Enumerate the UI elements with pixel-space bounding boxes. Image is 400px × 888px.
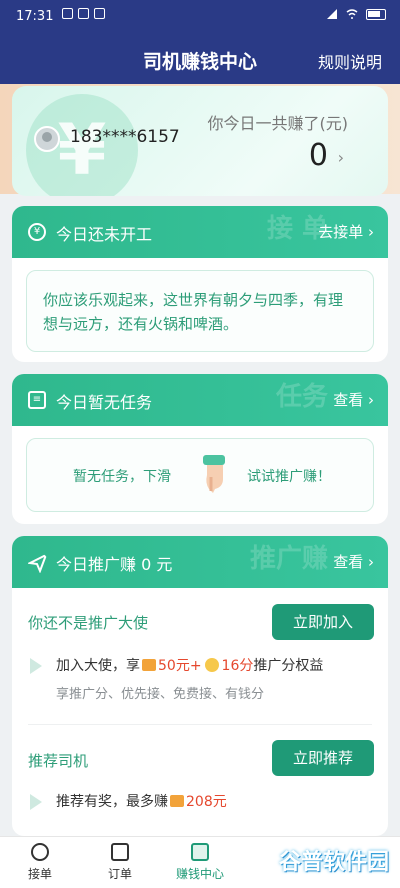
brand-watermark: 谷普软件园 bbox=[278, 850, 389, 875]
task-section: ≡ 今日暂无任务 任务 查看 › 暂无任务，下滑 试试推广赚！ bbox=[12, 374, 388, 524]
document-icon: ≡ bbox=[28, 391, 46, 409]
divider bbox=[28, 724, 372, 725]
status-bar: 17:31 bbox=[0, 0, 400, 36]
send-icon bbox=[28, 553, 48, 573]
tab-earnings-center[interactable]: 赚钱中心 bbox=[165, 843, 235, 882]
work-section: ¥ 今日还未开工 接 单 去接单 › 你应该乐观起来，这世界有朝夕与四季，有理想… bbox=[12, 206, 388, 362]
wifi-icon bbox=[346, 9, 358, 19]
play-icon bbox=[30, 658, 42, 674]
join-now-button[interactable]: 立即加入 bbox=[272, 604, 374, 640]
tab-orders[interactable]: 订单 bbox=[85, 843, 155, 882]
notification-icon bbox=[62, 8, 73, 19]
join-suffix: 推广分权益 bbox=[253, 658, 324, 674]
join-prefix: 加入大使，享 bbox=[56, 658, 140, 674]
clipboard-icon bbox=[111, 843, 129, 861]
notification-icon bbox=[94, 8, 105, 19]
recommend-amount: 208元 bbox=[186, 794, 227, 810]
gift-icon bbox=[170, 795, 184, 807]
dashboard-icon bbox=[31, 843, 49, 861]
gift-box-icon bbox=[191, 843, 209, 861]
tab-label: 订单 bbox=[107, 867, 132, 881]
go-accept-orders-link[interactable]: 去接单 › bbox=[318, 221, 374, 242]
watermark-text: 推广赚 bbox=[249, 544, 328, 574]
join-benefit: 加入大使，享 50元+ 16分推广分权益 bbox=[56, 655, 323, 675]
tab-accept-orders[interactable]: 接单 bbox=[5, 843, 75, 882]
earnings-card: ¥ 183****6157 你今日一共赚了(元) 0 › bbox=[12, 86, 388, 196]
recommend-prefix: 推荐有奖，最多赚 bbox=[56, 794, 168, 810]
chevron-right-icon[interactable]: › bbox=[338, 148, 344, 167]
join-sub-text: 享推广分、优先接、免费接、有钱分 bbox=[56, 687, 265, 702]
view-tasks-link[interactable]: 查看 › bbox=[333, 389, 374, 410]
coin-icon bbox=[204, 658, 219, 672]
ambassador-title: 你还不是推广大使 bbox=[28, 614, 149, 632]
quote-text: 你应该乐观起来，这世界有朝夕与四季，有理想与远方，还有火锅和啤酒。 bbox=[43, 291, 344, 333]
battery-icon bbox=[366, 8, 386, 20]
view-promo-link[interactable]: 查看 › bbox=[333, 551, 374, 572]
empty-task-box: 暂无任务，下滑 试试推广赚！ bbox=[26, 438, 374, 512]
watermark-text: 任务 bbox=[275, 382, 328, 412]
system-icons bbox=[326, 8, 386, 20]
empty-task-text: 暂无任务，下滑 bbox=[73, 469, 171, 485]
work-header: ¥ 今日还未开工 接 单 去接单 › bbox=[12, 206, 388, 258]
bottom-tab-bar: 接单 订单 赚钱中心 谷普软件园 bbox=[0, 836, 400, 888]
notification-icon bbox=[78, 8, 89, 19]
phone-number: 183****6157 bbox=[70, 127, 180, 147]
quote-box: 你应该乐观起来，这世界有朝夕与四季，有理想与远方，还有火锅和啤酒。 bbox=[26, 270, 374, 352]
gift-icon bbox=[142, 659, 156, 671]
join-amount: 50元+ bbox=[158, 658, 202, 674]
tab-label: 接单 bbox=[27, 867, 52, 881]
recommend-now-button[interactable]: 立即推荐 bbox=[272, 740, 374, 776]
hand-pointer-icon bbox=[203, 455, 225, 493]
recommend-benefit: 推荐有奖，最多赚 208元 bbox=[56, 791, 227, 811]
yen-icon: ¥ bbox=[28, 223, 46, 241]
status-time: 17:31 bbox=[16, 9, 54, 24]
rules-link[interactable]: 规则说明 bbox=[318, 49, 382, 73]
earnings-value[interactable]: 0 bbox=[309, 138, 328, 173]
tab-label: 赚钱中心 bbox=[175, 867, 224, 881]
try-promo-text[interactable]: 试试推广赚！ bbox=[247, 466, 331, 486]
task-header: ≡ 今日暂无任务 任务 查看 › bbox=[12, 374, 388, 426]
task-title: 今日暂无任务 bbox=[56, 393, 153, 412]
signal-icon bbox=[327, 9, 337, 19]
promo-title: 今日推广赚 0 元 bbox=[56, 555, 173, 574]
recommend-title: 推荐司机 bbox=[28, 752, 89, 770]
notification-icons bbox=[62, 8, 105, 19]
avatar[interactable] bbox=[34, 126, 60, 152]
play-icon bbox=[30, 794, 42, 810]
promo-header: 今日推广赚 0 元 推广赚 查看 › bbox=[12, 536, 388, 588]
promo-section: 今日推广赚 0 元 推广赚 查看 › 你还不是推广大使 立即加入 加入大使，享 5… bbox=[12, 536, 388, 836]
work-title: 今日还未开工 bbox=[56, 225, 153, 244]
nav-bar: 司机赚钱中心 规则说明 bbox=[0, 36, 400, 84]
join-points: 16分 bbox=[221, 658, 254, 674]
earnings-label: 你今日一共赚了(元) bbox=[207, 114, 349, 133]
